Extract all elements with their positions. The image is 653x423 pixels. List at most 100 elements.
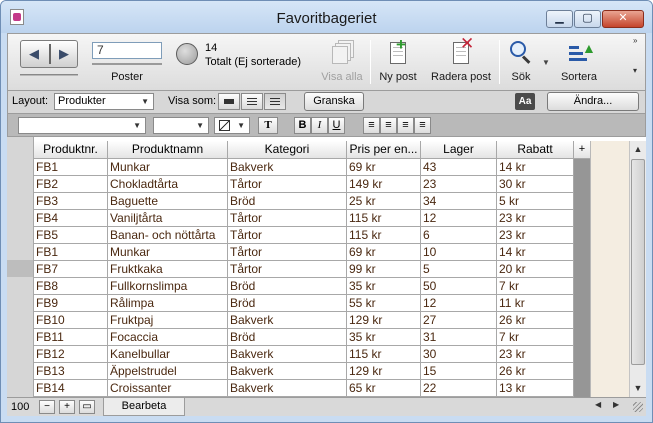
table-cell[interactable]: Bakverk bbox=[228, 159, 347, 176]
table-cell[interactable]: Banan- och nöttårta bbox=[108, 227, 228, 244]
zoom-out-button[interactable]: − bbox=[39, 400, 55, 414]
minimize-button[interactable]: ▁ bbox=[546, 10, 573, 28]
column-header[interactable]: Lager bbox=[421, 141, 497, 159]
toolbar-overflow-icon[interactable]: » ▾ bbox=[633, 36, 643, 76]
column-header[interactable]: Pris per en... bbox=[347, 141, 421, 159]
table-cell[interactable]: 14 kr bbox=[497, 244, 574, 261]
layout-select[interactable]: Produkter ▼ bbox=[54, 93, 154, 110]
table-cell[interactable]: FB8 bbox=[34, 278, 108, 295]
column-header[interactable]: Produktnr. bbox=[34, 141, 108, 159]
table-cell[interactable]: Baguette bbox=[108, 193, 228, 210]
table-cell[interactable]: 35 kr bbox=[347, 278, 421, 295]
table-cell[interactable]: 23 kr bbox=[497, 210, 574, 227]
table-cell[interactable]: Bakverk bbox=[228, 363, 347, 380]
align-center-button[interactable]: ≡ bbox=[380, 117, 397, 134]
show-all-button[interactable]: Visa alla bbox=[317, 38, 367, 88]
table-cell[interactable]: 6 bbox=[421, 227, 497, 244]
table-cell[interactable]: Munkar bbox=[108, 159, 228, 176]
text-tool-button[interactable]: T bbox=[258, 117, 278, 134]
table-cell[interactable]: 15 bbox=[421, 363, 497, 380]
close-button[interactable]: ✕ bbox=[602, 10, 644, 28]
table-cell[interactable]: Chokladtårta bbox=[108, 176, 228, 193]
table-cell[interactable]: 35 kr bbox=[347, 329, 421, 346]
table-cell[interactable]: 10 bbox=[421, 244, 497, 261]
table-cell[interactable]: 25 kr bbox=[347, 193, 421, 210]
table-cell[interactable]: FB1 bbox=[34, 244, 108, 261]
table-cell[interactable]: Bröd bbox=[228, 329, 347, 346]
table-cell[interactable]: FB11 bbox=[34, 329, 108, 346]
table-cell[interactable]: 34 bbox=[421, 193, 497, 210]
table-cell[interactable]: Fruktkaka bbox=[108, 261, 228, 278]
scroll-right-icon[interactable]: ▶ bbox=[613, 400, 619, 409]
table-cell[interactable]: Kanelbullar bbox=[108, 346, 228, 363]
add-column-button[interactable]: + bbox=[574, 141, 590, 159]
column-header[interactable]: Produktnamn bbox=[108, 141, 228, 159]
table-cell[interactable]: 50 bbox=[421, 278, 497, 295]
table-cell[interactable]: 43 bbox=[421, 159, 497, 176]
underline-button[interactable]: U bbox=[328, 117, 345, 134]
current-record-input[interactable]: 7 bbox=[92, 42, 162, 59]
record-slider[interactable] bbox=[92, 63, 162, 65]
table-cell[interactable]: Munkar bbox=[108, 244, 228, 261]
table-cell[interactable]: FB13 bbox=[34, 363, 108, 380]
scroll-down-icon[interactable]: ▼ bbox=[630, 380, 646, 396]
table-cell[interactable]: FB12 bbox=[34, 346, 108, 363]
find-dropdown-icon[interactable]: ▼ bbox=[542, 58, 550, 67]
table-cell[interactable]: 115 kr bbox=[347, 210, 421, 227]
table-cell[interactable]: Bröd bbox=[228, 295, 347, 312]
table-cell[interactable]: 55 kr bbox=[347, 295, 421, 312]
find-button[interactable]: Sök bbox=[505, 38, 537, 88]
table-cell[interactable]: FB3 bbox=[34, 193, 108, 210]
toggle-toolbar-button[interactable]: ▭ bbox=[79, 400, 95, 414]
scroll-up-icon[interactable]: ▲ bbox=[630, 141, 646, 157]
table-cell[interactable]: Äppelstrudel bbox=[108, 363, 228, 380]
table-cell[interactable]: Rålimpa bbox=[108, 295, 228, 312]
table-cell[interactable]: 26 kr bbox=[497, 363, 574, 380]
table-cell[interactable]: Tårtor bbox=[228, 227, 347, 244]
table-cell[interactable]: 7 kr bbox=[497, 329, 574, 346]
previous-record-icon[interactable]: ◀ bbox=[29, 46, 39, 62]
table-cell[interactable]: 69 kr bbox=[347, 159, 421, 176]
table-cell[interactable]: 5 kr bbox=[497, 193, 574, 210]
italic-button[interactable]: I bbox=[311, 117, 328, 134]
table-cell[interactable]: FB1 bbox=[34, 159, 108, 176]
table-cell[interactable]: 31 bbox=[421, 329, 497, 346]
table-cell[interactable]: 20 kr bbox=[497, 261, 574, 278]
table-cell[interactable]: Tårtor bbox=[228, 176, 347, 193]
table-cell[interactable]: Fruktpaj bbox=[108, 312, 228, 329]
table-cell[interactable]: 65 kr bbox=[347, 380, 421, 397]
bold-button[interactable]: B bbox=[294, 117, 311, 134]
table-cell[interactable]: FB7 bbox=[34, 261, 108, 278]
table-cell[interactable]: Bröd bbox=[228, 193, 347, 210]
new-record-button[interactable]: + Ny post bbox=[375, 36, 421, 88]
table-cell[interactable]: 5 bbox=[421, 261, 497, 278]
table-cell[interactable]: 12 bbox=[421, 210, 497, 227]
column-header[interactable]: Rabatt bbox=[497, 141, 574, 159]
vertical-scrollbar[interactable]: ▲ ▼ bbox=[629, 141, 646, 397]
table-cell[interactable]: Bakverk bbox=[228, 380, 347, 397]
next-record-icon[interactable]: ▶ bbox=[59, 46, 69, 62]
table-cell[interactable]: FB4 bbox=[34, 210, 108, 227]
table-cell[interactable]: 149 kr bbox=[347, 176, 421, 193]
mode-popup[interactable]: Bearbeta bbox=[103, 398, 185, 416]
table-cell[interactable]: 22 bbox=[421, 380, 497, 397]
table-cell[interactable]: 23 kr bbox=[497, 227, 574, 244]
text-color-select[interactable]: ▼ bbox=[214, 117, 250, 134]
table-cell[interactable]: 129 kr bbox=[347, 312, 421, 329]
table-cell[interactable]: 23 kr bbox=[497, 346, 574, 363]
preview-button[interactable]: Granska bbox=[304, 92, 364, 111]
table-cell[interactable]: Tårtor bbox=[228, 261, 347, 278]
record-navigator-book[interactable]: ◀ ▶ bbox=[20, 40, 78, 68]
font-size-select[interactable]: ▼ bbox=[153, 117, 209, 134]
text-format-icon[interactable]: Aa bbox=[515, 93, 535, 110]
table-cell[interactable]: 11 kr bbox=[497, 295, 574, 312]
table-cell[interactable]: Croissanter bbox=[108, 380, 228, 397]
align-justify-button[interactable]: ≡ bbox=[414, 117, 431, 134]
book-slider[interactable] bbox=[20, 74, 78, 76]
align-right-button[interactable]: ≡ bbox=[397, 117, 414, 134]
table-cell[interactable]: FB2 bbox=[34, 176, 108, 193]
table-cell[interactable]: Bakverk bbox=[228, 346, 347, 363]
table-cell[interactable]: Focaccia bbox=[108, 329, 228, 346]
maximize-button[interactable]: ▢ bbox=[574, 10, 601, 28]
view-as-list-button[interactable] bbox=[241, 93, 263, 110]
